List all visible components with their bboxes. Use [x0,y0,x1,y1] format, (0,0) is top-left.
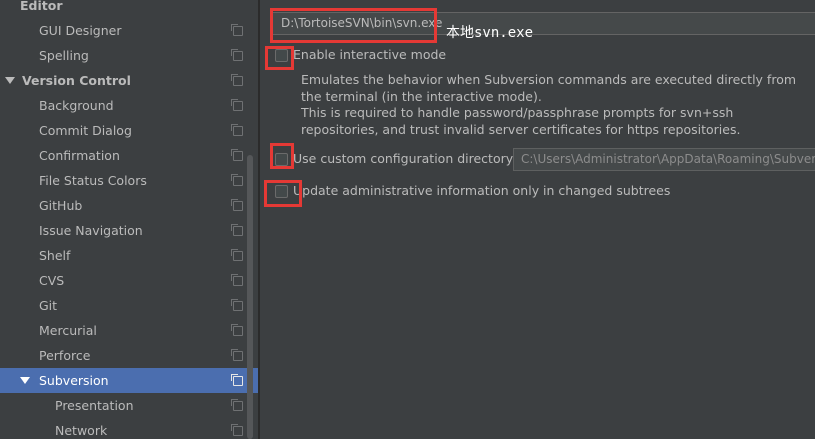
sidebar-item-label: Version Control [22,73,131,88]
sidebar-item-label: Perforce [39,348,91,363]
project-settings-icon [231,299,243,311]
sidebar-item-perforce[interactable]: Perforce [0,343,258,368]
sidebar-item-label: GitHub [39,198,83,213]
project-settings-icon [231,274,243,286]
sidebar-item-label: Git [39,298,58,313]
project-settings-icon [231,374,243,386]
project-settings-icon [231,74,243,86]
sidebar-item-github[interactable]: GitHub [0,193,258,218]
expand-arrow-icon[interactable] [5,77,15,84]
custom-config-label[interactable]: Use custom configuration directory: [293,151,516,166]
sidebar-item-editor[interactable]: Editor [0,0,258,18]
sidebar-item-label: Subversion [39,373,109,388]
annotation-box-config [270,143,294,169]
sidebar-item-label: Presentation [55,398,134,413]
sidebar-item-version-control[interactable]: Version Control [0,68,258,93]
custom-config-directory-field[interactable]: C:\Users\Administrator\AppData\Roaming\S… [513,148,815,171]
sidebar-item-issue-navigation[interactable]: Issue Navigation [0,218,258,243]
project-settings-icon [231,324,243,336]
project-settings-icon [231,424,243,436]
sidebar-item-file-status-colors[interactable]: File Status Colors [0,168,258,193]
description-line: This is required to handle password/pass… [301,105,734,121]
sidebar-item-commit-dialog[interactable]: Commit Dialog [0,118,258,143]
project-settings-icon [231,349,243,361]
sidebar-item-cvs[interactable]: CVS [0,268,258,293]
project-settings-icon [231,24,243,36]
sidebar-item-gui-designer[interactable]: GUI Designer [0,18,258,43]
sidebar-item-label: Issue Navigation [39,223,143,238]
project-settings-icon [231,199,243,211]
sidebar-item-shelf[interactable]: Shelf [0,243,258,268]
annotation-box-update [264,180,302,207]
sidebar-item-git[interactable]: Git [0,293,258,318]
project-settings-icon [231,224,243,236]
project-settings-icon [231,49,243,61]
annotation-box-path [270,8,437,43]
sidebar-item-network[interactable]: Network [0,418,258,439]
interactive-mode-description: Emulates the behavior when Subversion co… [301,72,796,139]
settings-sidebar: Editor GUI Designer Spelling Version Contro… [0,0,258,439]
project-settings-icon [231,399,243,411]
sidebar-item-label: Network [55,423,108,438]
sidebar-item-label: Shelf [39,248,71,263]
annotation-box-interactive [265,46,294,70]
sidebar-item-label: Commit Dialog [39,123,132,138]
sidebar-item-label: CVS [39,273,65,288]
update-admin-info-label[interactable]: Update administrative information only i… [293,183,670,198]
sidebar-item-mercurial[interactable]: Mercurial [0,318,258,343]
project-settings-icon [231,174,243,186]
sidebar-item-label: Spelling [39,48,89,63]
interactive-mode-label[interactable]: Enable interactive mode [293,47,446,62]
expand-arrow-icon[interactable] [20,377,30,384]
annotation-note: 本地svn.exe [446,25,534,41]
sidebar-item-label: Confirmation [39,148,120,163]
sidebar-item-presentation[interactable]: Presentation [0,393,258,418]
description-line: Emulates the behavior when Subversion co… [301,72,797,87]
sidebar-item-spelling[interactable]: Spelling [0,43,258,68]
project-settings-icon [231,149,243,161]
sidebar-item-label: GUI Designer [39,23,122,38]
sidebar-item-label: Background [39,98,114,113]
sidebar-item-label: Editor [20,0,63,13]
sidebar-item-subversion[interactable]: Subversion [0,368,258,393]
sidebar-item-background[interactable]: Background [0,93,258,118]
project-settings-icon [231,124,243,136]
description-line: repositories, and trust invalid server c… [301,122,741,138]
subversion-settings-panel: D:\TortoiseSVN\bin\svn.exe Enable intera… [260,0,815,439]
sidebar-item-label: Mercurial [39,323,97,338]
sidebar-scrollbar[interactable] [247,155,253,439]
project-settings-icon [231,249,243,261]
sidebar-item-confirmation[interactable]: Confirmation [0,143,258,168]
sidebar-item-label: File Status Colors [39,173,147,188]
description-line: the terminal (in the interactive mode). [301,88,542,104]
project-settings-icon [231,99,243,111]
